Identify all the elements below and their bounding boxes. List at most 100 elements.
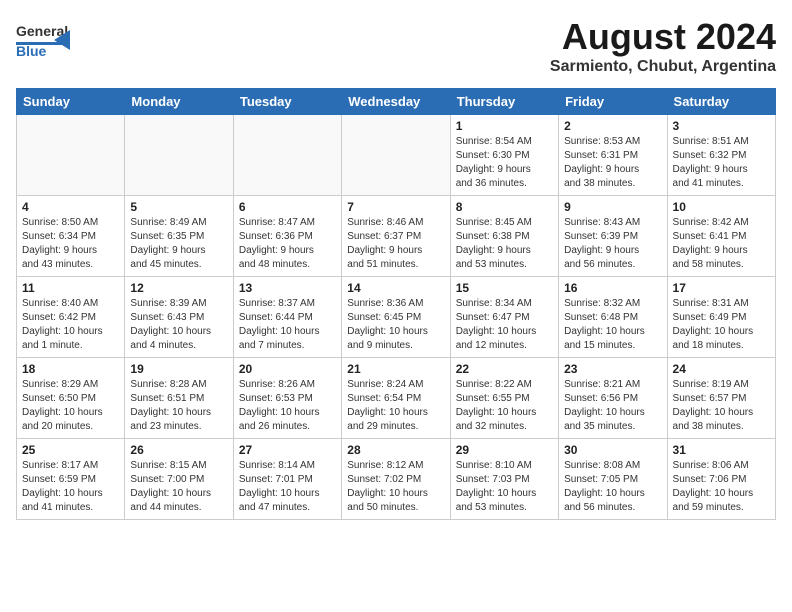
cell-day-number: 22 [456,362,553,376]
cell-day-number: 24 [673,362,770,376]
cell-info-text: Sunrise: 8:51 AM Sunset: 6:32 PM Dayligh… [673,135,770,191]
cell-info-text: Sunrise: 8:43 AM Sunset: 6:39 PM Dayligh… [564,216,661,272]
month-year-title: August 2024 [550,16,776,58]
title-section: August 2024 Sarmiento, Chubut, Argentina [550,16,776,76]
weekday-row: SundayMondayTuesdayWednesdayThursdayFrid… [17,89,776,115]
cell-info-text: Sunrise: 8:28 AM Sunset: 6:51 PM Dayligh… [130,378,227,434]
cell-info-text: Sunrise: 8:10 AM Sunset: 7:03 PM Dayligh… [456,459,553,515]
cell-info-text: Sunrise: 8:17 AM Sunset: 6:59 PM Dayligh… [22,459,119,515]
calendar-cell: 21 Sunrise: 8:24 AM Sunset: 6:54 PM Dayli… [342,358,450,439]
cell-day-number: 28 [347,443,444,457]
page-header: General Blue August 2024 Sarmiento, Chub… [16,16,776,76]
calendar-cell: 2 Sunrise: 8:53 AM Sunset: 6:31 PM Daylig… [559,115,667,196]
cell-day-number: 29 [456,443,553,457]
cell-day-number: 23 [564,362,661,376]
cell-info-text: Sunrise: 8:36 AM Sunset: 6:45 PM Dayligh… [347,297,444,353]
cell-info-text: Sunrise: 8:47 AM Sunset: 6:36 PM Dayligh… [239,216,336,272]
cell-info-text: Sunrise: 8:39 AM Sunset: 6:43 PM Dayligh… [130,297,227,353]
calendar-cell: 23 Sunrise: 8:21 AM Sunset: 6:56 PM Dayli… [559,358,667,439]
cell-info-text: Sunrise: 8:24 AM Sunset: 6:54 PM Dayligh… [347,378,444,434]
cell-info-text: Sunrise: 8:45 AM Sunset: 6:38 PM Dayligh… [456,216,553,272]
cell-day-number: 12 [130,281,227,295]
cell-info-text: Sunrise: 8:15 AM Sunset: 7:00 PM Dayligh… [130,459,227,515]
calendar-cell: 13 Sunrise: 8:37 AM Sunset: 6:44 PM Dayli… [233,277,341,358]
calendar-header: SundayMondayTuesdayWednesdayThursdayFrid… [17,89,776,115]
calendar-cell: 7 Sunrise: 8:46 AM Sunset: 6:37 PM Daylig… [342,196,450,277]
cell-info-text: Sunrise: 8:37 AM Sunset: 6:44 PM Dayligh… [239,297,336,353]
cell-info-text: Sunrise: 8:54 AM Sunset: 6:30 PM Dayligh… [456,135,553,191]
week-row-2: 4Sunrise: 8:50 AM Sunset: 6:34 PM Daylig… [17,196,776,277]
calendar-cell: 14 Sunrise: 8:36 AM Sunset: 6:45 PM Dayli… [342,277,450,358]
calendar-cell: 29 Sunrise: 8:10 AM Sunset: 7:03 PM Dayli… [450,439,558,520]
calendar-cell: 20Sunrise: 8:26 AM Sunset: 6:53 PM Dayli… [233,358,341,439]
cell-info-text: Sunrise: 8:29 AM Sunset: 6:50 PM Dayligh… [22,378,119,434]
cell-day-number: 15 [456,281,553,295]
calendar-cell: 22 Sunrise: 8:22 AM Sunset: 6:55 PM Dayli… [450,358,558,439]
cell-day-number: 19 [130,362,227,376]
week-row-3: 11 Sunrise: 8:40 AM Sunset: 6:42 PM Dayli… [17,277,776,358]
cell-info-text: Sunrise: 8:08 AM Sunset: 7:05 PM Dayligh… [564,459,661,515]
cell-info-text: Sunrise: 8:46 AM Sunset: 6:37 PM Dayligh… [347,216,444,272]
weekday-header-tuesday: Tuesday [233,89,341,115]
calendar-cell: 3 Sunrise: 8:51 AM Sunset: 6:32 PM Daylig… [667,115,775,196]
cell-day-number: 17 [673,281,770,295]
cell-info-text: Sunrise: 8:34 AM Sunset: 6:47 PM Dayligh… [456,297,553,353]
cell-info-text: Sunrise: 8:49 AM Sunset: 6:35 PM Dayligh… [130,216,227,272]
cell-info-text: Sunrise: 8:06 AM Sunset: 7:06 PM Dayligh… [673,459,770,515]
cell-info-text: Sunrise: 8:12 AM Sunset: 7:02 PM Dayligh… [347,459,444,515]
cell-day-number: 13 [239,281,336,295]
cell-day-number: 21 [347,362,444,376]
calendar-cell: 1Sunrise: 8:54 AM Sunset: 6:30 PM Daylig… [450,115,558,196]
cell-day-number: 10 [673,200,770,214]
cell-day-number: 8 [456,200,553,214]
svg-text:Blue: Blue [16,43,47,59]
weekday-header-sunday: Sunday [17,89,125,115]
calendar-table: SundayMondayTuesdayWednesdayThursdayFrid… [16,88,776,520]
calendar-cell: 15 Sunrise: 8:34 AM Sunset: 6:47 PM Dayli… [450,277,558,358]
cell-day-number: 4 [22,200,119,214]
cell-day-number: 6 [239,200,336,214]
week-row-1: 1Sunrise: 8:54 AM Sunset: 6:30 PM Daylig… [17,115,776,196]
calendar-cell: 30 Sunrise: 8:08 AM Sunset: 7:05 PM Dayli… [559,439,667,520]
calendar-body: 1Sunrise: 8:54 AM Sunset: 6:30 PM Daylig… [17,115,776,520]
calendar-cell: 9Sunrise: 8:43 AM Sunset: 6:39 PM Daylig… [559,196,667,277]
weekday-header-friday: Friday [559,89,667,115]
calendar-cell: 24Sunrise: 8:19 AM Sunset: 6:57 PM Dayli… [667,358,775,439]
location-subtitle: Sarmiento, Chubut, Argentina [550,58,776,76]
cell-day-number: 7 [347,200,444,214]
cell-info-text: Sunrise: 8:21 AM Sunset: 6:56 PM Dayligh… [564,378,661,434]
weekday-header-wednesday: Wednesday [342,89,450,115]
calendar-cell: 11 Sunrise: 8:40 AM Sunset: 6:42 PM Dayli… [17,277,125,358]
cell-day-number: 5 [130,200,227,214]
cell-day-number: 3 [673,119,770,133]
calendar-cell: 27Sunrise: 8:14 AM Sunset: 7:01 PM Dayli… [233,439,341,520]
cell-day-number: 2 [564,119,661,133]
calendar-cell [125,115,233,196]
cell-day-number: 20 [239,362,336,376]
calendar-cell: 4Sunrise: 8:50 AM Sunset: 6:34 PM Daylig… [17,196,125,277]
calendar-cell: 6 Sunrise: 8:47 AM Sunset: 6:36 PM Daylig… [233,196,341,277]
calendar-cell: 17 Sunrise: 8:31 AM Sunset: 6:49 PM Dayli… [667,277,775,358]
cell-day-number: 11 [22,281,119,295]
calendar-cell: 10 Sunrise: 8:42 AM Sunset: 6:41 PM Dayli… [667,196,775,277]
calendar-cell: 18Sunrise: 8:29 AM Sunset: 6:50 PM Dayli… [17,358,125,439]
cell-day-number: 30 [564,443,661,457]
calendar-cell: 5 Sunrise: 8:49 AM Sunset: 6:35 PM Daylig… [125,196,233,277]
calendar-cell: 19 Sunrise: 8:28 AM Sunset: 6:51 PM Dayli… [125,358,233,439]
cell-info-text: Sunrise: 8:31 AM Sunset: 6:49 PM Dayligh… [673,297,770,353]
calendar-cell: 31Sunrise: 8:06 AM Sunset: 7:06 PM Dayli… [667,439,775,520]
cell-info-text: Sunrise: 8:42 AM Sunset: 6:41 PM Dayligh… [673,216,770,272]
calendar-cell: 26Sunrise: 8:15 AM Sunset: 7:00 PM Dayli… [125,439,233,520]
cell-info-text: Sunrise: 8:53 AM Sunset: 6:31 PM Dayligh… [564,135,661,191]
calendar-cell: 12 Sunrise: 8:39 AM Sunset: 6:43 PM Dayli… [125,277,233,358]
cell-info-text: Sunrise: 8:22 AM Sunset: 6:55 PM Dayligh… [456,378,553,434]
cell-day-number: 14 [347,281,444,295]
cell-info-text: Sunrise: 8:40 AM Sunset: 6:42 PM Dayligh… [22,297,119,353]
cell-day-number: 16 [564,281,661,295]
cell-info-text: Sunrise: 8:14 AM Sunset: 7:01 PM Dayligh… [239,459,336,515]
calendar-cell: 25Sunrise: 8:17 AM Sunset: 6:59 PM Dayli… [17,439,125,520]
calendar-cell [17,115,125,196]
calendar-cell [342,115,450,196]
weekday-header-saturday: Saturday [667,89,775,115]
week-row-5: 25Sunrise: 8:17 AM Sunset: 6:59 PM Dayli… [17,439,776,520]
